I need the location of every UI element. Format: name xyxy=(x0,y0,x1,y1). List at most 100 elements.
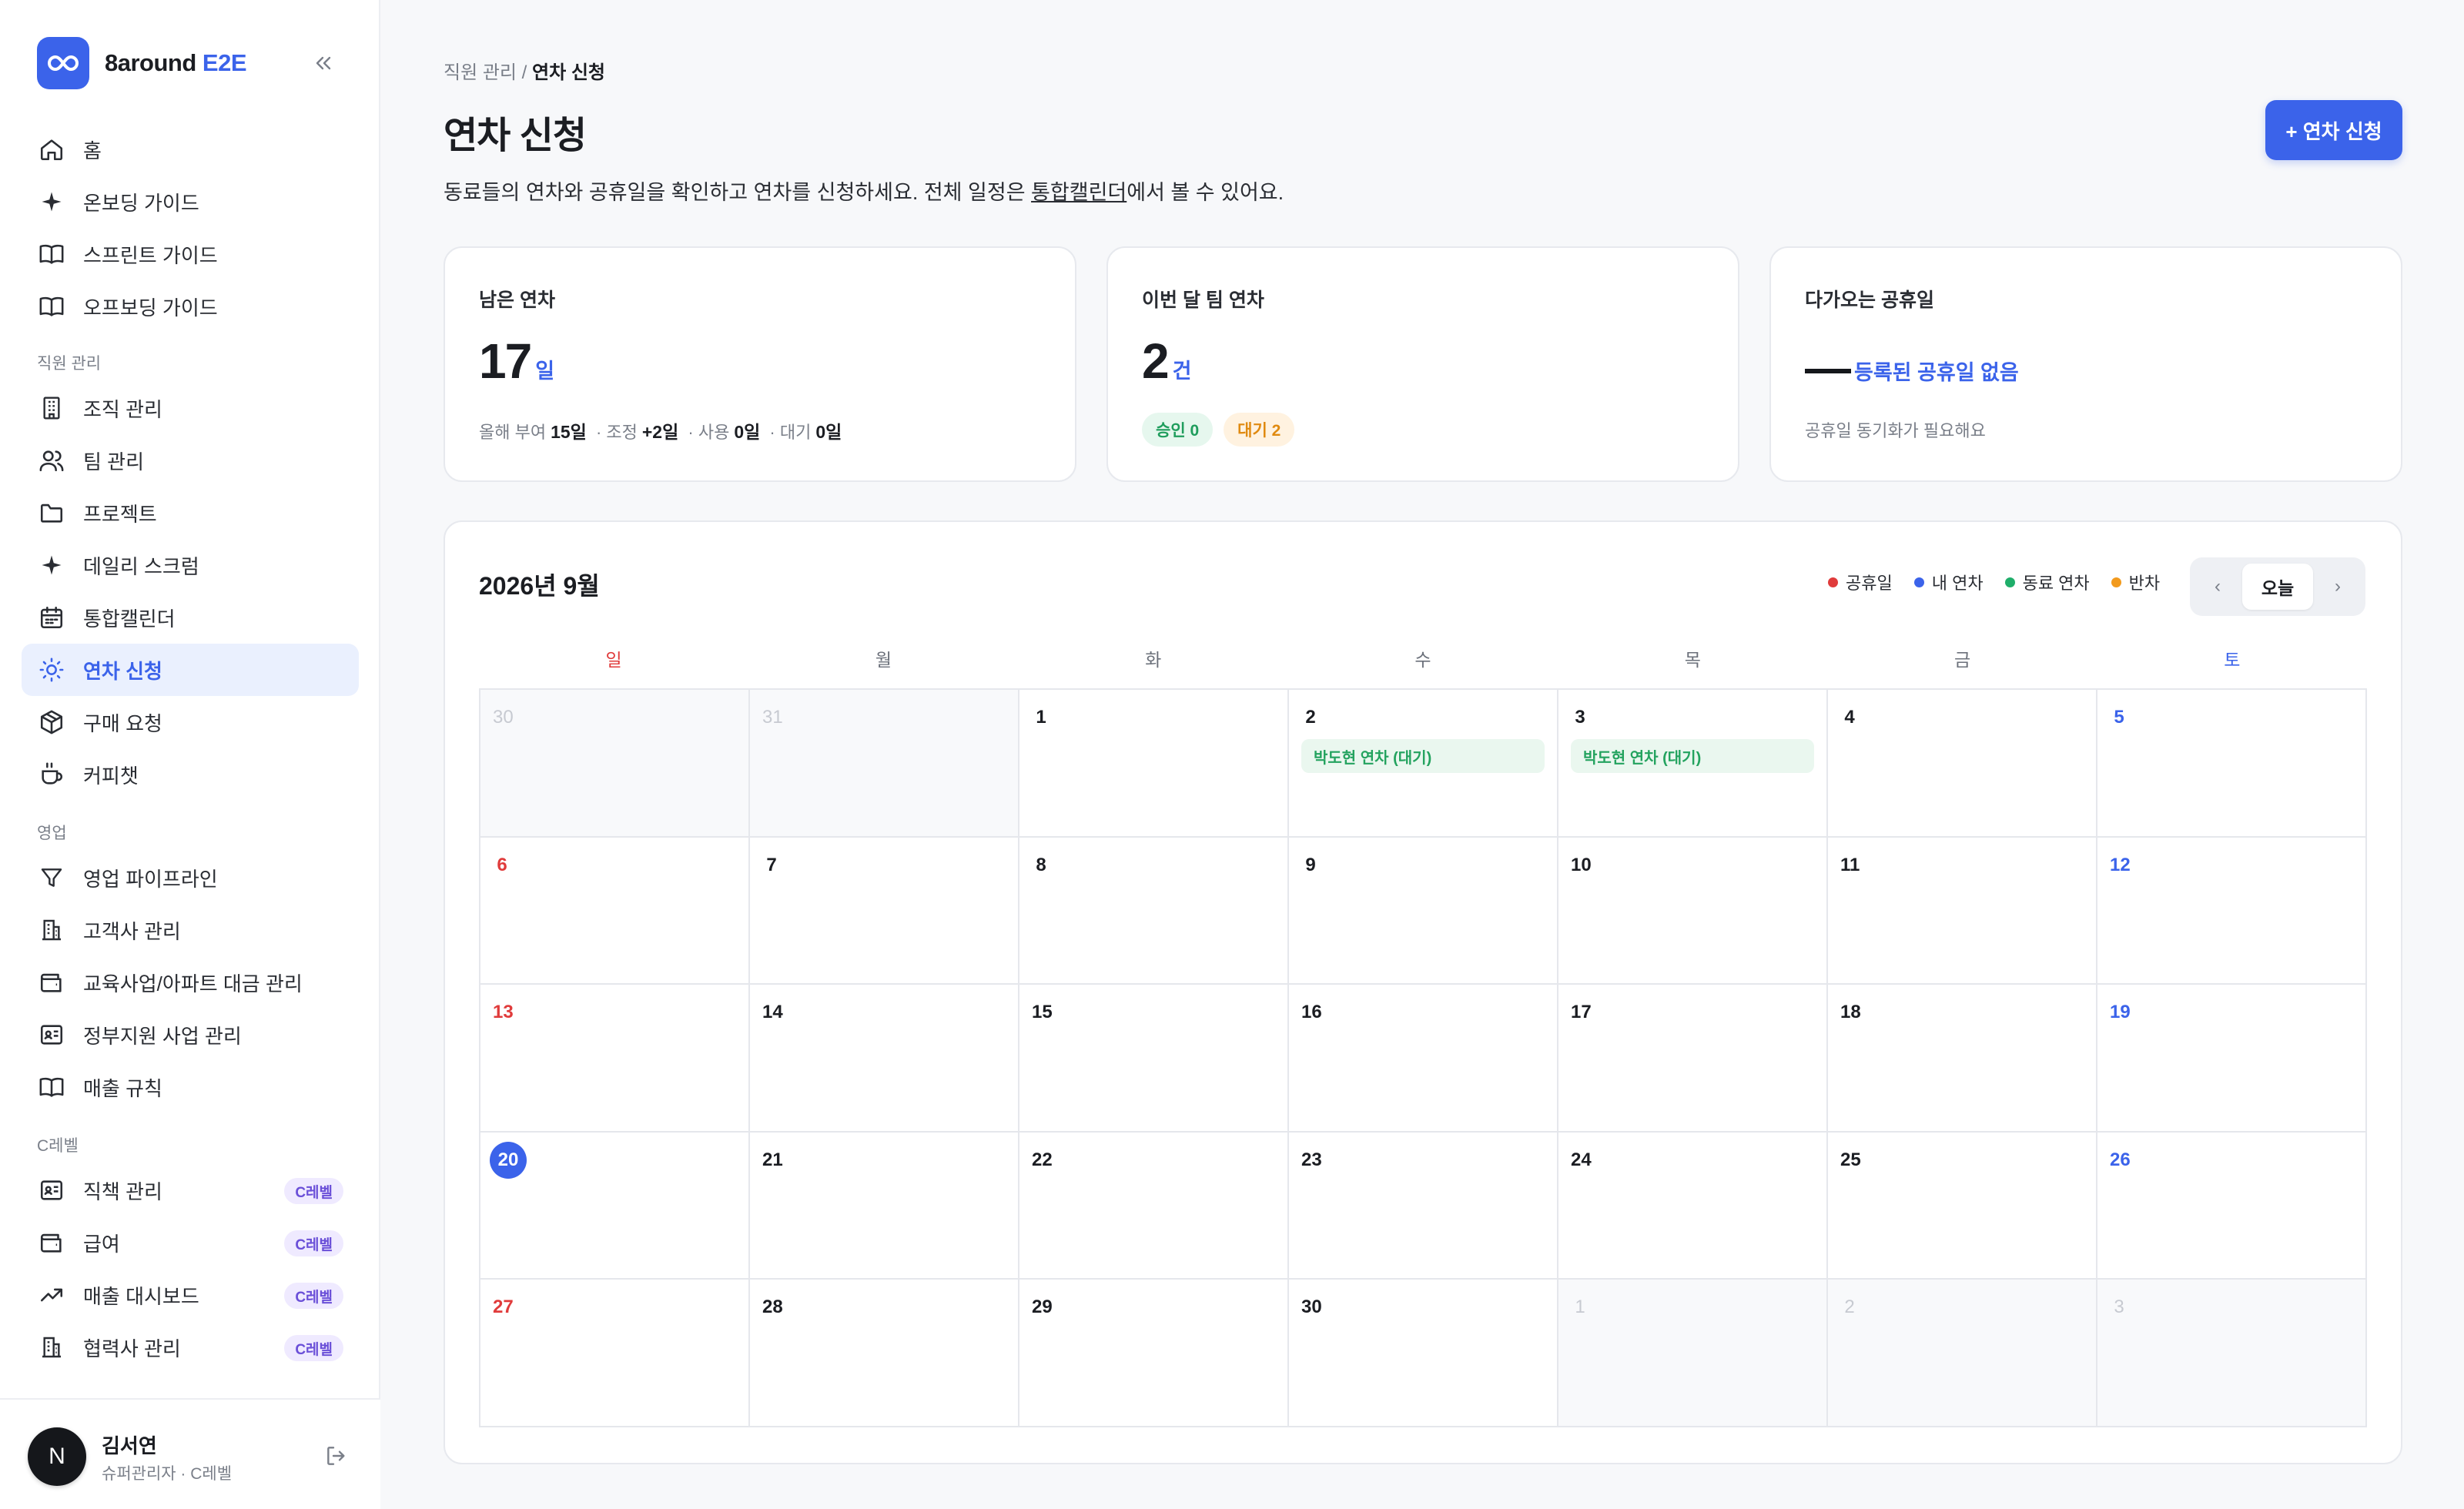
calendar-day-cell[interactable]: 30 xyxy=(480,690,750,838)
calendar-day-cell[interactable]: 18 xyxy=(1828,985,2097,1133)
calendar-day-cell[interactable]: 9 xyxy=(1289,837,1558,985)
breadcrumb-parent[interactable]: 직원 관리 / xyxy=(444,62,532,83)
book-icon xyxy=(37,239,66,269)
filter-icon xyxy=(37,863,66,892)
calendar-day-cell[interactable]: 4 xyxy=(1828,690,2097,838)
calendar-day-cell[interactable]: 2 xyxy=(1828,1280,2097,1427)
calendar-day-cell[interactable]: 29 xyxy=(1019,1280,1289,1427)
sidebar-item-purchase[interactable]: 구매 요청 xyxy=(22,696,359,748)
approved-badge: 승인 0 xyxy=(1142,413,1214,447)
sidebar-item-positions[interactable]: 직책 관리 C레벨 xyxy=(22,1164,359,1216)
sidebar-item-leave-request[interactable]: 연차 신청 xyxy=(22,644,359,696)
calendar-day-cell[interactable]: 12 xyxy=(2097,837,2367,985)
holiday-sync-note: 공휴일 동기화가 필요해요 xyxy=(1805,421,1986,440)
brand[interactable]: 8around E2E xyxy=(37,37,247,89)
calendar-day-cell[interactable]: 25 xyxy=(1828,1132,2097,1280)
calendar-day-cell[interactable]: 31 xyxy=(750,690,1019,838)
card-title: 이번 달 팀 연차 xyxy=(1142,289,1264,311)
calendar-icon xyxy=(37,603,66,632)
sidebar-item-label: 직책 관리 xyxy=(83,1179,162,1203)
users-icon xyxy=(37,446,66,475)
day-number: 30 xyxy=(1301,1297,1322,1318)
calendar-link[interactable]: 통합캘린더 xyxy=(1031,181,1127,204)
weekday-sat: 토 xyxy=(2224,650,2241,670)
leave-event[interactable]: 박도현 연차 (대기) xyxy=(1301,739,1545,773)
day-number: 1 xyxy=(1036,707,1046,728)
calendar-legend: 공휴일 내 연차 동료 연차 반차 xyxy=(1828,570,2160,594)
sidebar-item-education-payment[interactable]: 교육사업/아파트 대금 관리 xyxy=(22,956,359,1009)
calendar-day-cell[interactable]: 22 xyxy=(1019,1132,1289,1280)
calendar-day-cell[interactable]: 3 xyxy=(2097,1280,2367,1427)
next-month-button[interactable]: › xyxy=(2322,571,2353,602)
calendar-day-cell[interactable]: 7 xyxy=(750,837,1019,985)
sidebar-item-label: 연차 신청 xyxy=(83,659,162,683)
weekday-tue: 화 xyxy=(1145,650,1162,670)
day-number: 19 xyxy=(2110,1002,2131,1023)
calendar-day-cell[interactable]: 27 xyxy=(480,1280,750,1427)
sidebar-item-onboarding[interactable]: 온보딩 가이드 xyxy=(22,176,359,228)
sidebar-item-daily-scrum[interactable]: 데일리 스크럼 xyxy=(22,539,359,591)
request-leave-button[interactable]: + 연차 신청 xyxy=(2265,100,2402,160)
sidebar-item-org[interactable]: 조직 관리 xyxy=(22,382,359,434)
day-number: 2 xyxy=(1844,1297,1855,1318)
calendar-day-cell[interactable]: 1 xyxy=(1558,1280,1828,1427)
sidebar-item-sprint-guide[interactable]: 스프린트 가이드 xyxy=(22,228,359,280)
collapse-sidebar-icon[interactable] xyxy=(308,48,339,79)
calendar-day-cell[interactable]: 19 xyxy=(2097,985,2367,1133)
day-number: 5 xyxy=(2114,707,2124,728)
c-level-badge: C레벨 xyxy=(284,1335,343,1361)
no-holiday-text: 등록된 공휴일 없음 xyxy=(1854,361,2019,384)
calendar-day-cell[interactable]: 11 xyxy=(1828,837,2097,985)
sidebar-item-coffee-chat[interactable]: 커피챗 xyxy=(22,748,359,801)
day-number: 12 xyxy=(2110,854,2131,875)
sidebar-item-clients[interactable]: 고객사 관리 xyxy=(22,904,359,956)
calendar-day-cell[interactable]: 6 xyxy=(480,837,750,985)
sidebar-item-calendar[interactable]: 통합캘린더 xyxy=(22,591,359,644)
day-number: 14 xyxy=(762,1002,783,1023)
weekday-fri: 금 xyxy=(1953,650,1971,670)
calendar-day-cell[interactable]: 2 박도현 연차 (대기) xyxy=(1289,690,1558,838)
calendar-day-cell[interactable]: 20 xyxy=(480,1132,750,1280)
sidebar-item-gov-support[interactable]: 정부지원 사업 관리 xyxy=(22,1009,359,1061)
calendar-day-cell[interactable]: 3 박도현 연차 (대기) xyxy=(1558,690,1828,838)
calendar-day-cell[interactable]: 21 xyxy=(750,1132,1019,1280)
sidebar-item-offboarding[interactable]: 오프보딩 가이드 xyxy=(22,280,359,333)
calendar-day-cell[interactable]: 5 xyxy=(2097,690,2367,838)
calendar-day-cell[interactable]: 14 xyxy=(750,985,1019,1133)
sidebar-item-partners[interactable]: 협력사 관리 C레벨 xyxy=(22,1321,359,1373)
calendar-panel: 2026년 9월 공휴일 내 연차 동료 연차 반차 ‹ 오늘 › 일 월 화 … xyxy=(444,520,2402,1464)
sidebar-item-label: 커피챗 xyxy=(83,764,139,788)
calendar-day-cell[interactable]: 26 xyxy=(2097,1132,2367,1280)
calendar-day-cell[interactable]: 24 xyxy=(1558,1132,1828,1280)
calendar-day-cell[interactable]: 8 xyxy=(1019,837,1289,985)
calendar-day-cell[interactable]: 16 xyxy=(1289,985,1558,1133)
day-number: 25 xyxy=(1840,1149,1861,1170)
today-button[interactable]: 오늘 xyxy=(2242,564,2313,610)
card-title: 남은 연차 xyxy=(479,289,555,311)
sidebar-item-sales-pipeline[interactable]: 영업 파이프라인 xyxy=(22,852,359,904)
calendar-day-cell[interactable]: 10 xyxy=(1558,837,1828,985)
page-description: 동료들의 연차와 공휴일을 확인하고 연차를 신청하세요. 전체 일정은 통합캘… xyxy=(444,181,1284,204)
calendar-day-cell[interactable]: 1 xyxy=(1019,690,1289,838)
sidebar-item-label: 매출 규칙 xyxy=(83,1076,162,1100)
calendar-day-cell[interactable]: 13 xyxy=(480,985,750,1133)
prev-month-button[interactable]: ‹ xyxy=(2202,571,2233,602)
leave-event[interactable]: 박도현 연차 (대기) xyxy=(1571,739,1814,773)
sidebar-item-team[interactable]: 팀 관리 xyxy=(22,434,359,487)
calendar-day-cell[interactable]: 28 xyxy=(750,1280,1019,1427)
sidebar-item-project[interactable]: 프로젝트 xyxy=(22,487,359,539)
sidebar-item-revenue-dashboard[interactable]: 매출 대시보드 C레벨 xyxy=(22,1269,359,1321)
calendar-day-cell[interactable]: 30 xyxy=(1289,1280,1558,1427)
sidebar-item-home[interactable]: 홈 xyxy=(22,123,359,176)
calendar-day-cell[interactable]: 23 xyxy=(1289,1132,1558,1280)
sidebar-item-revenue-rules[interactable]: 매출 규칙 xyxy=(22,1061,359,1113)
sidebar-item-payroll[interactable]: 급여 C레벨 xyxy=(22,1216,359,1269)
infinity-logo-icon xyxy=(37,37,89,89)
sidebar-item-label: 정부지원 사업 관리 xyxy=(83,1024,242,1048)
logout-icon[interactable] xyxy=(320,1440,353,1472)
calendar-day-cell[interactable]: 15 xyxy=(1019,985,1289,1133)
avatar[interactable]: N xyxy=(28,1427,86,1486)
calendar-day-cell[interactable]: 17 xyxy=(1558,985,1828,1133)
day-number: 8 xyxy=(1036,854,1046,875)
page-title: 연차 신청 xyxy=(444,115,587,156)
